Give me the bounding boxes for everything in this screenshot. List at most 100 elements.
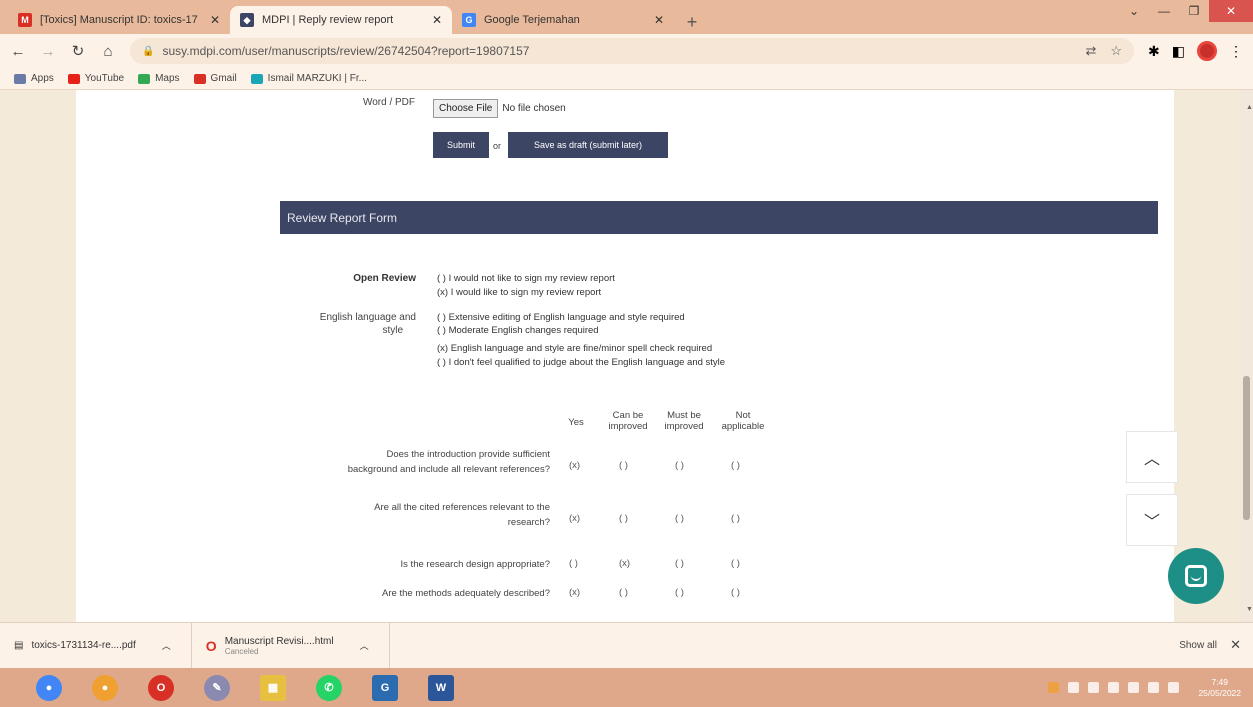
choose-file-button[interactable]: Choose File — [433, 98, 499, 118]
profile-avatar[interactable] — [1197, 41, 1217, 61]
home-icon[interactable]: ⌂ — [100, 43, 116, 60]
answer-must-be-improved[interactable]: ( ) — [675, 513, 684, 524]
close-icon[interactable]: ✕ — [210, 13, 220, 27]
answer-can-be-improved[interactable]: ( ) — [619, 460, 628, 471]
save-draft-button[interactable]: Save as draft (submit later) — [508, 132, 668, 158]
star-icon[interactable]: ☆ — [1110, 43, 1122, 59]
download-filename: toxics-1731134-re....pdf — [31, 640, 136, 651]
file-input[interactable]: Choose File No file chosen — [433, 98, 566, 118]
clock[interactable]: 7:49 25/05/2022 — [1198, 677, 1241, 699]
answer-not-applicable[interactable]: ( ) — [731, 587, 740, 598]
bookmark-label: Maps — [155, 73, 180, 84]
review-form-header: Review Report Form — [280, 201, 1158, 234]
open-review-option[interactable]: ( ) I would not like to sign my review r… — [437, 273, 615, 284]
reload-icon[interactable]: ↻ — [70, 42, 86, 60]
scrollbar-thumb[interactable] — [1243, 376, 1250, 520]
url-text: susy.mdpi.com/user/manuscripts/review/26… — [162, 44, 530, 58]
close-icon[interactable]: ✕ — [432, 13, 442, 27]
close-icon[interactable]: ✕ — [654, 13, 664, 27]
chrome-app-icon[interactable]: G — [372, 674, 398, 701]
answer-yes[interactable]: (x) — [569, 587, 580, 598]
answer-must-be-improved[interactable]: ( ) — [675, 558, 684, 569]
answer-not-applicable[interactable]: ( ) — [731, 558, 740, 569]
address-bar[interactable]: 🔒 susy.mdpi.com/user/manuscripts/review/… — [130, 38, 1135, 64]
tray-icon[interactable] — [1108, 682, 1120, 693]
close-icon[interactable]: ✕ — [1230, 637, 1241, 653]
download-status: Canceled — [224, 646, 259, 656]
answer-must-be-improved[interactable]: ( ) — [675, 587, 684, 598]
maximize-button[interactable]: ❐ — [1179, 0, 1209, 22]
bookmark-gmail[interactable]: Gmail — [193, 73, 237, 84]
bookmark-researchgate[interactable]: Ismail MARZUKI | Fr... — [250, 73, 367, 84]
chrome-icon[interactable]: ● — [36, 674, 62, 701]
download-item[interactable]: O Manuscript Revisi....html Canceled ︿ — [206, 622, 390, 669]
english-option[interactable]: ( ) Extensive editing of English languag… — [437, 312, 685, 323]
answer-yes[interactable]: ( ) — [569, 558, 578, 569]
col-label: improved — [608, 421, 648, 432]
scroll-down-button[interactable]: ﹀ — [1126, 494, 1178, 546]
answer-can-be-improved[interactable]: (x) — [619, 558, 630, 569]
english-option[interactable]: (x) English language and style are fine/… — [437, 343, 712, 354]
chevron-up-icon[interactable]: ︿ — [360, 639, 369, 652]
answer-can-be-improved[interactable]: ( ) — [619, 513, 628, 524]
question-introduction: Does the introduction provide sufficient… — [280, 447, 550, 477]
question-text: Does the introduction provide sufficient — [386, 449, 550, 460]
tray-icon[interactable] — [1088, 682, 1100, 693]
submit-button[interactable]: Submit — [433, 132, 489, 158]
answer-yes[interactable]: (x) — [569, 460, 580, 471]
show-all-button[interactable]: Show all — [1179, 640, 1217, 651]
col-yes: Yes — [568, 417, 584, 428]
paint-icon[interactable]: ✎ — [204, 674, 230, 701]
tab-mdpi[interactable]: ◆ MDPI | Reply review report ✕ — [230, 6, 452, 34]
bookmark-maps[interactable]: Maps — [138, 73, 180, 84]
tray-icon[interactable] — [1068, 682, 1080, 693]
scroll-arrow-down-icon[interactable]: ▼ — [1246, 606, 1253, 613]
question-research-design: Is the research design appropriate? — [280, 557, 550, 572]
answer-can-be-improved[interactable]: ( ) — [619, 587, 628, 598]
scrollbar[interactable] — [1240, 90, 1253, 622]
warning-icon[interactable] — [1048, 682, 1060, 693]
answer-yes[interactable]: (x) — [569, 513, 580, 524]
tray-icon[interactable] — [1128, 682, 1140, 693]
menu-icon[interactable]: ⋮ — [1229, 43, 1243, 60]
new-tab-button[interactable]: + — [680, 10, 704, 34]
col-can-be-improved: Can be improved — [601, 410, 655, 432]
english-option[interactable]: ( ) Moderate English changes required — [437, 325, 599, 336]
forward-icon[interactable]: → — [40, 43, 56, 60]
sidebar-icon[interactable]: ◧ — [1172, 43, 1185, 60]
tab-gmail[interactable]: M [Toxics] Manuscript ID: toxics-17 ✕ — [8, 6, 230, 34]
scroll-up-button[interactable]: ︿ — [1126, 431, 1178, 483]
bookmark-apps[interactable]: Apps — [14, 73, 54, 84]
bookmark-youtube[interactable]: YouTube — [67, 73, 124, 84]
content-column — [76, 90, 1174, 622]
lock-icon: 🔒 — [142, 45, 155, 57]
back-icon[interactable]: ← — [10, 43, 26, 60]
volume-icon[interactable] — [1168, 682, 1180, 693]
no-file-text: No file chosen — [502, 102, 566, 114]
extension-icon[interactable]: ✱ — [1148, 43, 1160, 60]
file-explorer-icon[interactable]: ▦ — [260, 674, 286, 701]
network-icon[interactable] — [1148, 682, 1160, 693]
word-pdf-label: Word / PDF — [362, 97, 415, 108]
translate-icon[interactable]: ⇄ — [1085, 43, 1096, 59]
answer-not-applicable[interactable]: ( ) — [731, 513, 740, 524]
minimize-button[interactable]: — — [1149, 0, 1179, 22]
window-close-button[interactable]: ✕ — [1209, 0, 1253, 22]
chat-button[interactable] — [1168, 548, 1224, 604]
open-review-option[interactable]: (x) I would like to sign my review repor… — [437, 287, 601, 298]
firefox-icon[interactable]: ● — [92, 674, 118, 701]
opera-icon[interactable]: O — [148, 674, 174, 701]
tab-google-translate[interactable]: G Google Terjemahan ✕ — [452, 6, 674, 34]
tab-search-icon[interactable]: ⌄ — [1119, 0, 1149, 22]
chevron-up-icon[interactable]: ︿ — [162, 639, 171, 652]
whatsapp-icon[interactable]: ✆ — [316, 674, 342, 701]
answer-must-be-improved[interactable]: ( ) — [675, 460, 684, 471]
scroll-arrow-up-icon[interactable]: ▲ — [1246, 104, 1253, 111]
open-review-label: Open Review — [353, 273, 416, 284]
gmail-icon — [193, 73, 206, 84]
english-option[interactable]: ( ) I don't feel qualified to judge abou… — [437, 357, 725, 368]
download-item[interactable]: ▤ toxics-1731134-re....pdf ︿ — [14, 622, 192, 669]
tab-strip: M [Toxics] Manuscript ID: toxics-17 ✕ ◆ … — [0, 0, 1253, 34]
word-icon[interactable]: W — [428, 674, 454, 701]
answer-not-applicable[interactable]: ( ) — [731, 460, 740, 471]
